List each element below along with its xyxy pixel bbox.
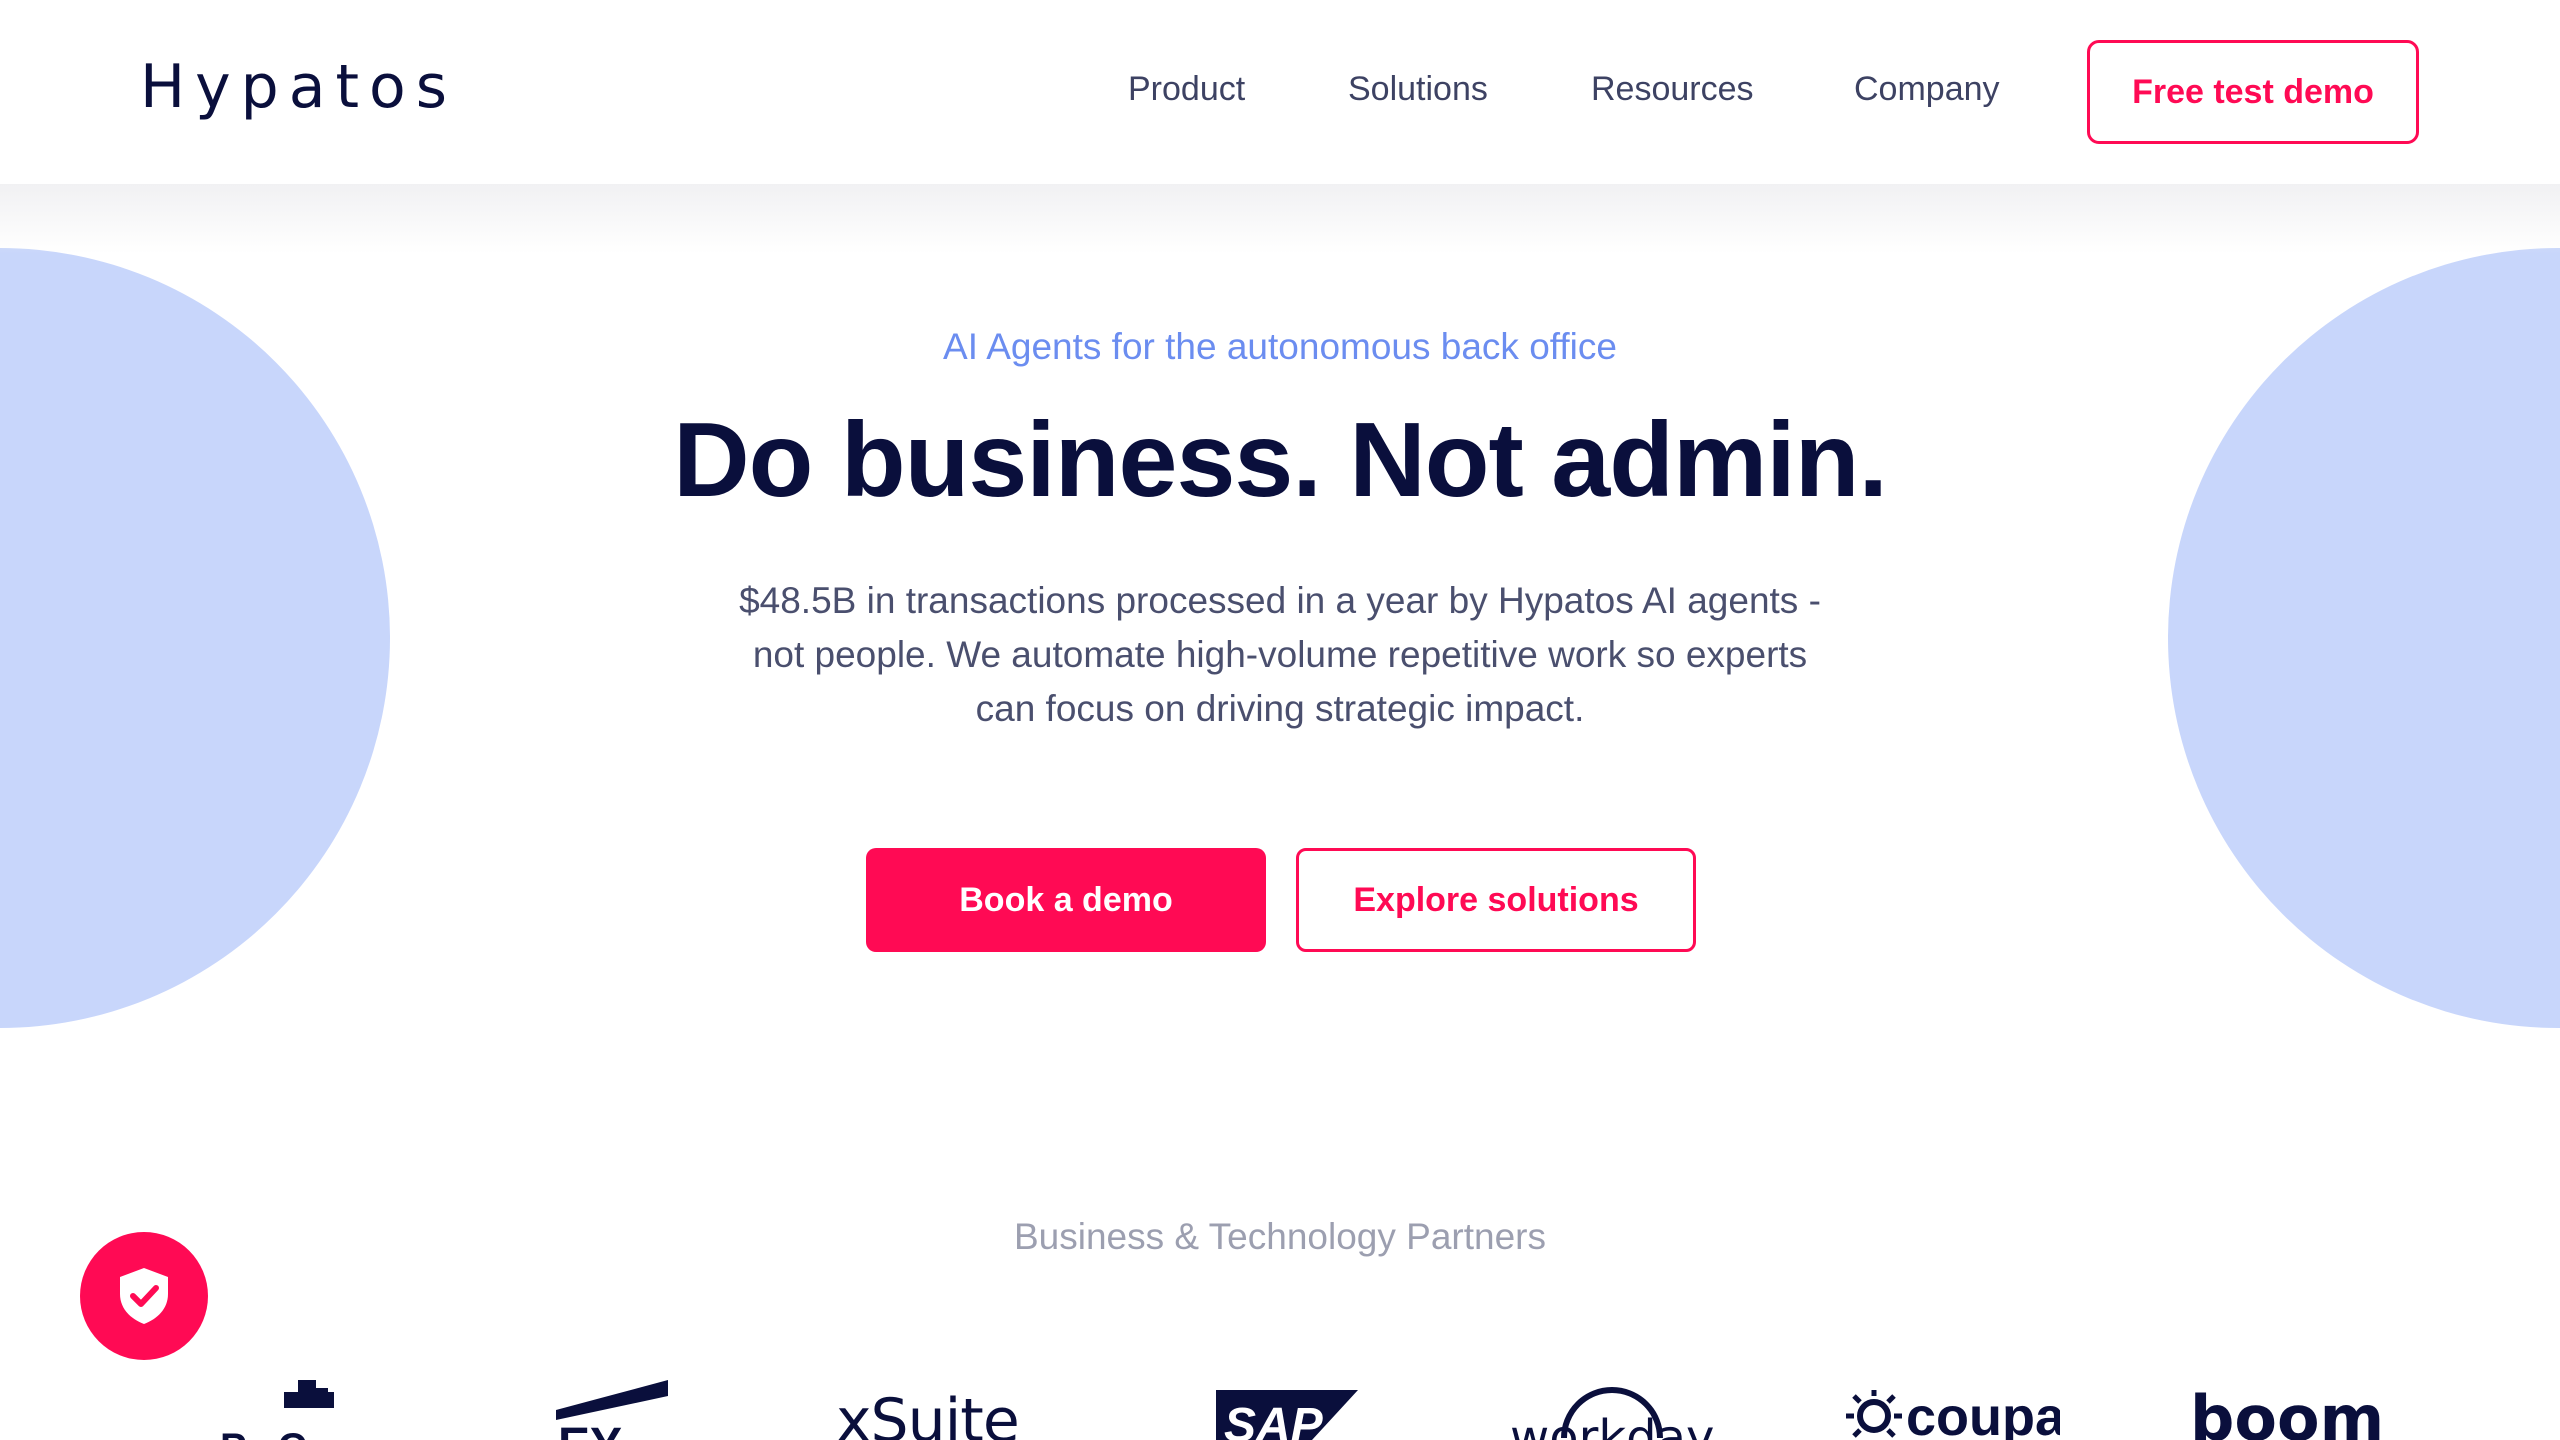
page: Hypatos Product Solutions Resources Comp…	[0, 0, 2560, 1440]
workday-wordmark: workday	[1510, 1410, 1715, 1440]
ey-wordmark: EY	[558, 1418, 622, 1440]
site-header: Hypatos Product Solutions Resources Comp…	[0, 0, 2560, 184]
boomi-logo[interactable]: boomi	[2190, 1374, 2380, 1440]
nav-company[interactable]: Company	[1854, 70, 2000, 109]
hero-subtext: $48.5B in transactions processed in a ye…	[739, 580, 1821, 729]
header-shadow	[0, 184, 2560, 254]
boomi-wordmark: boomi	[2190, 1382, 2380, 1440]
hero-eyebrow: AI Agents for the autonomous back office	[943, 326, 1617, 367]
sap-logo[interactable]: SAP	[1216, 1374, 1360, 1440]
shield-check-icon	[120, 1268, 168, 1324]
coupa-sun-icon	[1846, 1390, 1902, 1438]
coupa-logo[interactable]: coupa	[1844, 1374, 2060, 1440]
hypatos-logo[interactable]: Hypatos	[140, 52, 457, 122]
explore-solutions-button[interactable]: Explore solutions	[1296, 848, 1696, 952]
pwc-wordmark: PwC	[220, 1426, 307, 1440]
sap-wordmark: SAP	[1224, 1399, 1323, 1440]
hero-headline: Do business. Not admin.	[673, 401, 1888, 519]
book-demo-button[interactable]: Book a demo	[866, 848, 1266, 952]
nav-product[interactable]: Product	[1128, 70, 1245, 109]
pwc-logo[interactable]: PwC	[218, 1374, 348, 1440]
partners-title: Business & Technology Partners	[1013, 1216, 1546, 1257]
workday-logo[interactable]: workday	[1506, 1374, 1716, 1440]
xsuite-logo[interactable]: xSuite	[836, 1374, 1056, 1440]
ey-logo[interactable]: EY	[556, 1374, 671, 1440]
nav-solutions[interactable]: Solutions	[1348, 70, 1488, 109]
xsuite-wordmark: xSuite	[836, 1386, 1020, 1440]
nav-resources[interactable]: Resources	[1591, 70, 1754, 109]
privacy-settings-button[interactable]	[80, 1232, 208, 1360]
partner-logos-row: PwC EY xSuite SAP workday	[0, 1374, 2560, 1440]
coupa-wordmark: coupa	[1906, 1387, 2060, 1440]
free-test-demo-button[interactable]: Free test demo	[2087, 40, 2419, 144]
